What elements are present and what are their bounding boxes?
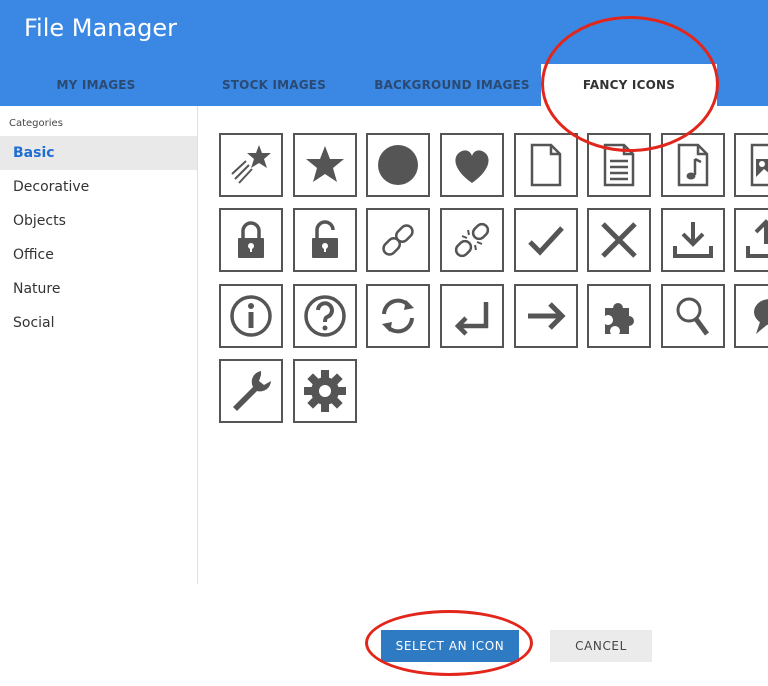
tab-fancy-icons[interactable]: FANCY ICONS (541, 64, 717, 106)
tab-bar: MY IMAGES STOCK IMAGES BACKGROUND IMAGES… (0, 64, 768, 106)
checkmark-icon[interactable] (514, 208, 578, 272)
lock-open-icon[interactable] (293, 208, 357, 272)
category-sidebar: Categories Basic Decorative Objects Offi… (0, 106, 198, 584)
tab-background-images[interactable]: BACKGROUND IMAGES (356, 64, 548, 106)
magnifier-icon[interactable] (661, 284, 725, 348)
star-icon[interactable] (293, 133, 357, 197)
tab-my-images[interactable]: MY IMAGES (0, 64, 192, 106)
download-icon[interactable] (661, 208, 725, 272)
question-icon[interactable] (293, 284, 357, 348)
icon-grid (219, 133, 768, 433)
puzzle-icon[interactable] (587, 284, 651, 348)
x-mark-icon[interactable] (587, 208, 651, 272)
heart-icon[interactable] (440, 133, 504, 197)
category-nature[interactable]: Nature (0, 272, 197, 306)
link-icon[interactable] (366, 208, 430, 272)
category-objects[interactable]: Objects (0, 204, 197, 238)
speech-bubble-icon[interactable] (734, 284, 768, 348)
document-lines-icon[interactable] (587, 133, 651, 197)
broken-link-icon[interactable] (440, 208, 504, 272)
upload-icon[interactable] (734, 208, 768, 272)
category-basic[interactable]: Basic (0, 136, 197, 170)
wrench-icon[interactable] (219, 359, 283, 423)
window-title: File Manager (24, 14, 177, 42)
document-icon[interactable] (514, 133, 578, 197)
info-icon[interactable] (219, 284, 283, 348)
image-file-icon[interactable] (734, 133, 768, 197)
header-bar: File Manager MY IMAGES STOCK IMAGES BACK… (0, 0, 768, 106)
category-office[interactable]: Office (0, 238, 197, 272)
cancel-button[interactable]: CANCEL (550, 630, 652, 662)
refresh-icon[interactable] (366, 284, 430, 348)
tab-stock-images[interactable]: STOCK IMAGES (178, 64, 370, 106)
shooting-star-icon[interactable] (219, 133, 283, 197)
categories-heading: Categories (9, 118, 63, 129)
gear-icon[interactable] (293, 359, 357, 423)
select-icon-button[interactable]: SELECT AN ICON (381, 630, 519, 662)
return-arrow-icon[interactable] (440, 284, 504, 348)
category-social[interactable]: Social (0, 306, 197, 340)
circle-icon[interactable] (366, 133, 430, 197)
music-file-icon[interactable] (661, 133, 725, 197)
lock-closed-icon[interactable] (219, 208, 283, 272)
right-arrow-icon[interactable] (514, 284, 578, 348)
category-decorative[interactable]: Decorative (0, 170, 197, 204)
